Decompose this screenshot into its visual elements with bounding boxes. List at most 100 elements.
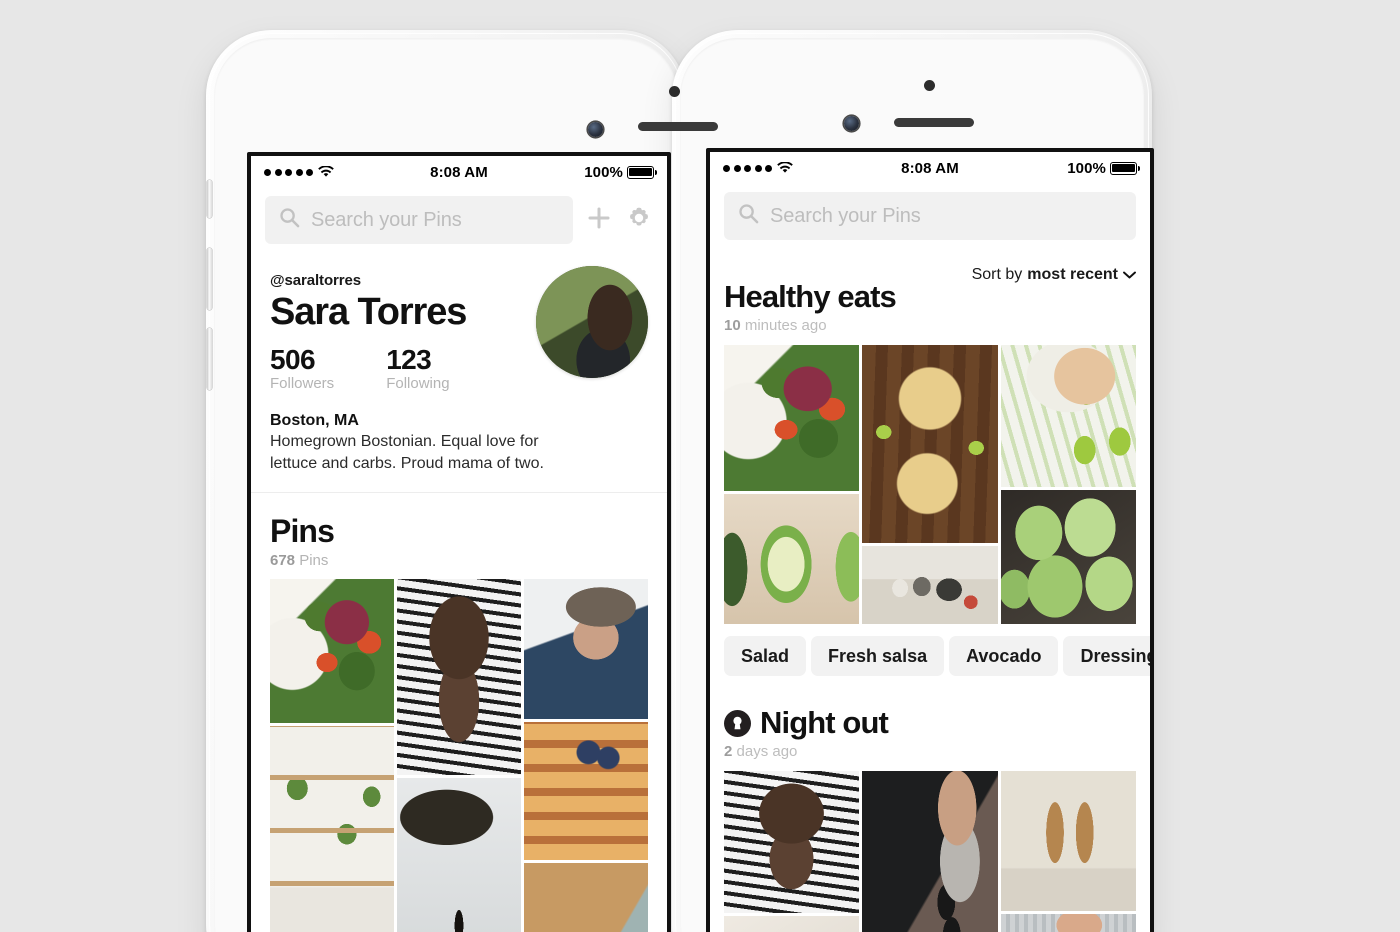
following-count: 123 <box>386 344 432 376</box>
signal-strength-icon <box>723 164 772 172</box>
front-camera <box>588 122 603 137</box>
food-prep-table-pin[interactable] <box>862 546 998 625</box>
chevron-down-icon <box>1123 271 1136 279</box>
topic-chips-healthy-eats: Salad Fresh salsa Avocado Dressing T <box>710 624 1150 677</box>
board-grid-column <box>1000 771 1136 932</box>
topic-chip[interactable]: Salad <box>724 636 807 677</box>
board-timestamp: 2 days ago <box>724 743 1136 760</box>
pins-count: 678 Pins <box>270 552 648 569</box>
earpiece-speaker <box>894 118 974 127</box>
sort-by-prefix: Sort by <box>971 266 1023 283</box>
sort-by-dropdown[interactable]: Sort by most recent <box>972 266 1136 284</box>
board-grid-column <box>724 771 860 932</box>
battery-icon <box>626 165 657 179</box>
pins-count-number: 678 <box>270 552 296 570</box>
secret-board-lock-icon <box>724 709 751 737</box>
pancake-stack-pin[interactable] <box>524 722 648 861</box>
board-timestamp-value: 2 <box>724 743 733 761</box>
battery-percent-label: 100% <box>584 163 623 181</box>
wifi-icon <box>318 166 334 178</box>
board-grid-column <box>724 345 860 625</box>
search-icon <box>738 203 759 229</box>
followers-count: 506 <box>270 344 316 376</box>
lipstick-flatlay-pin[interactable] <box>724 916 860 932</box>
pins-title: Pins <box>270 512 335 549</box>
board-title: Healthy eats <box>724 279 897 314</box>
front-camera <box>844 116 859 131</box>
board-timestamp: 10 minutes ago <box>724 317 1136 334</box>
following-stat[interactable]: 123 Following <box>386 344 450 393</box>
avatar[interactable] <box>536 266 648 378</box>
wifi-icon <box>777 162 793 174</box>
tree-silhouette-pin[interactable] <box>397 778 521 932</box>
board-grid-column <box>1000 345 1136 625</box>
topic-chip[interactable]: Fresh salsa <box>811 636 945 677</box>
volume-up-button[interactable] <box>207 248 212 310</box>
search-placeholder: Search your Pins <box>311 208 462 231</box>
pins-grid-column <box>524 579 648 932</box>
sort-by-value: most recent <box>1027 266 1118 283</box>
board-grid-column <box>862 771 998 932</box>
board-timestamp-unit: days ago <box>736 743 798 761</box>
plant-shelf-pin[interactable] <box>270 726 394 932</box>
left-phone-screen: 8:08 AM 100% Search your Pins @saraltorr… <box>247 152 671 932</box>
child-flat-cap-pin[interactable] <box>524 579 648 720</box>
proximity-sensor <box>924 80 935 91</box>
board-timestamp-unit: minutes ago <box>744 317 827 335</box>
status-bar: 8:08 AM 100% <box>710 152 1150 184</box>
avocado-halves-pin[interactable] <box>724 494 860 625</box>
following-label: Following <box>386 375 450 393</box>
woman-striped-shirt-pin[interactable] <box>397 579 521 776</box>
street-tacos-pin[interactable] <box>862 345 998 544</box>
volume-down-button[interactable] <box>207 328 212 390</box>
topic-chip[interactable]: Dressing <box>1063 636 1150 677</box>
salad-bowl-pin[interactable] <box>724 345 860 492</box>
battery-icon <box>1109 161 1140 175</box>
board-title: Night out <box>760 705 889 741</box>
profile-bio-text: Homegrown Bostonian. Equal love for lett… <box>270 433 544 472</box>
profile-header: @saraltorres Sara Torres 506 Followers 1… <box>251 254 667 492</box>
status-bar-time: 8:08 AM <box>901 159 959 177</box>
gear-icon[interactable] <box>625 204 653 237</box>
left-phone-device: 8:08 AM 100% Search your Pins @saraltorr… <box>206 30 718 932</box>
followers-label: Followers <box>270 375 335 393</box>
pins-grid <box>251 579 667 932</box>
board-title-row: Night out <box>724 705 1136 741</box>
right-search-row: Search your Pins <box>710 184 1150 250</box>
mute-switch[interactable] <box>207 180 212 218</box>
plus-icon[interactable] <box>585 204 613 237</box>
earpiece-speaker <box>638 122 718 131</box>
signal-strength-icon <box>264 168 313 176</box>
woman-striped-shirt-pin[interactable] <box>724 771 860 914</box>
search-input[interactable]: Search your Pins <box>265 196 573 244</box>
status-bar-time: 8:08 AM <box>430 163 488 181</box>
profile-location: Boston, MA <box>270 412 359 430</box>
board-header-healthy-eats[interactable]: Healthy eats 10 minutes ago <box>710 279 1150 334</box>
topic-chip[interactable]: Avocado <box>949 636 1059 677</box>
sandals-legs-pin[interactable] <box>1000 771 1136 912</box>
cutting-board-pin[interactable] <box>524 863 648 932</box>
profile-bio: Boston, MA Homegrown Bostonian. Equal lo… <box>270 412 648 491</box>
brussels-sprouts-pin[interactable] <box>1000 490 1136 625</box>
pins-count-label: Pins <box>299 552 329 570</box>
board-grid-column <box>862 345 998 625</box>
salad-bowl-pin[interactable] <box>270 579 394 724</box>
status-bar: 8:08 AM 100% <box>251 156 667 188</box>
lime-squeeze-pin[interactable] <box>1000 345 1136 488</box>
board-header-night-out[interactable]: Night out 2 days ago <box>710 705 1150 760</box>
board-grid-night-out <box>710 771 1150 932</box>
pins-grid-column <box>270 579 394 932</box>
leather-jacket-pin[interactable] <box>862 771 998 932</box>
left-search-row: Search your Pins <box>251 188 667 254</box>
search-input[interactable]: Search your Pins <box>724 192 1136 240</box>
board-grid-healthy-eats <box>710 345 1150 625</box>
pins-grid-column <box>397 579 521 932</box>
right-phone-screen: 8:08 AM 100% Search your Pins Sort by mo… <box>706 148 1154 932</box>
grey-sweater-pin[interactable] <box>1000 914 1136 932</box>
search-placeholder: Search your Pins <box>770 204 921 227</box>
pins-section-header: Pins 678 Pins <box>251 493 667 580</box>
board-timestamp-value: 10 <box>724 317 741 335</box>
followers-stat[interactable]: 506 Followers <box>270 344 335 393</box>
battery-percent-label: 100% <box>1067 159 1106 177</box>
screenshot-stage: 8:08 AM 100% Search your Pins @saraltorr… <box>0 0 1400 932</box>
